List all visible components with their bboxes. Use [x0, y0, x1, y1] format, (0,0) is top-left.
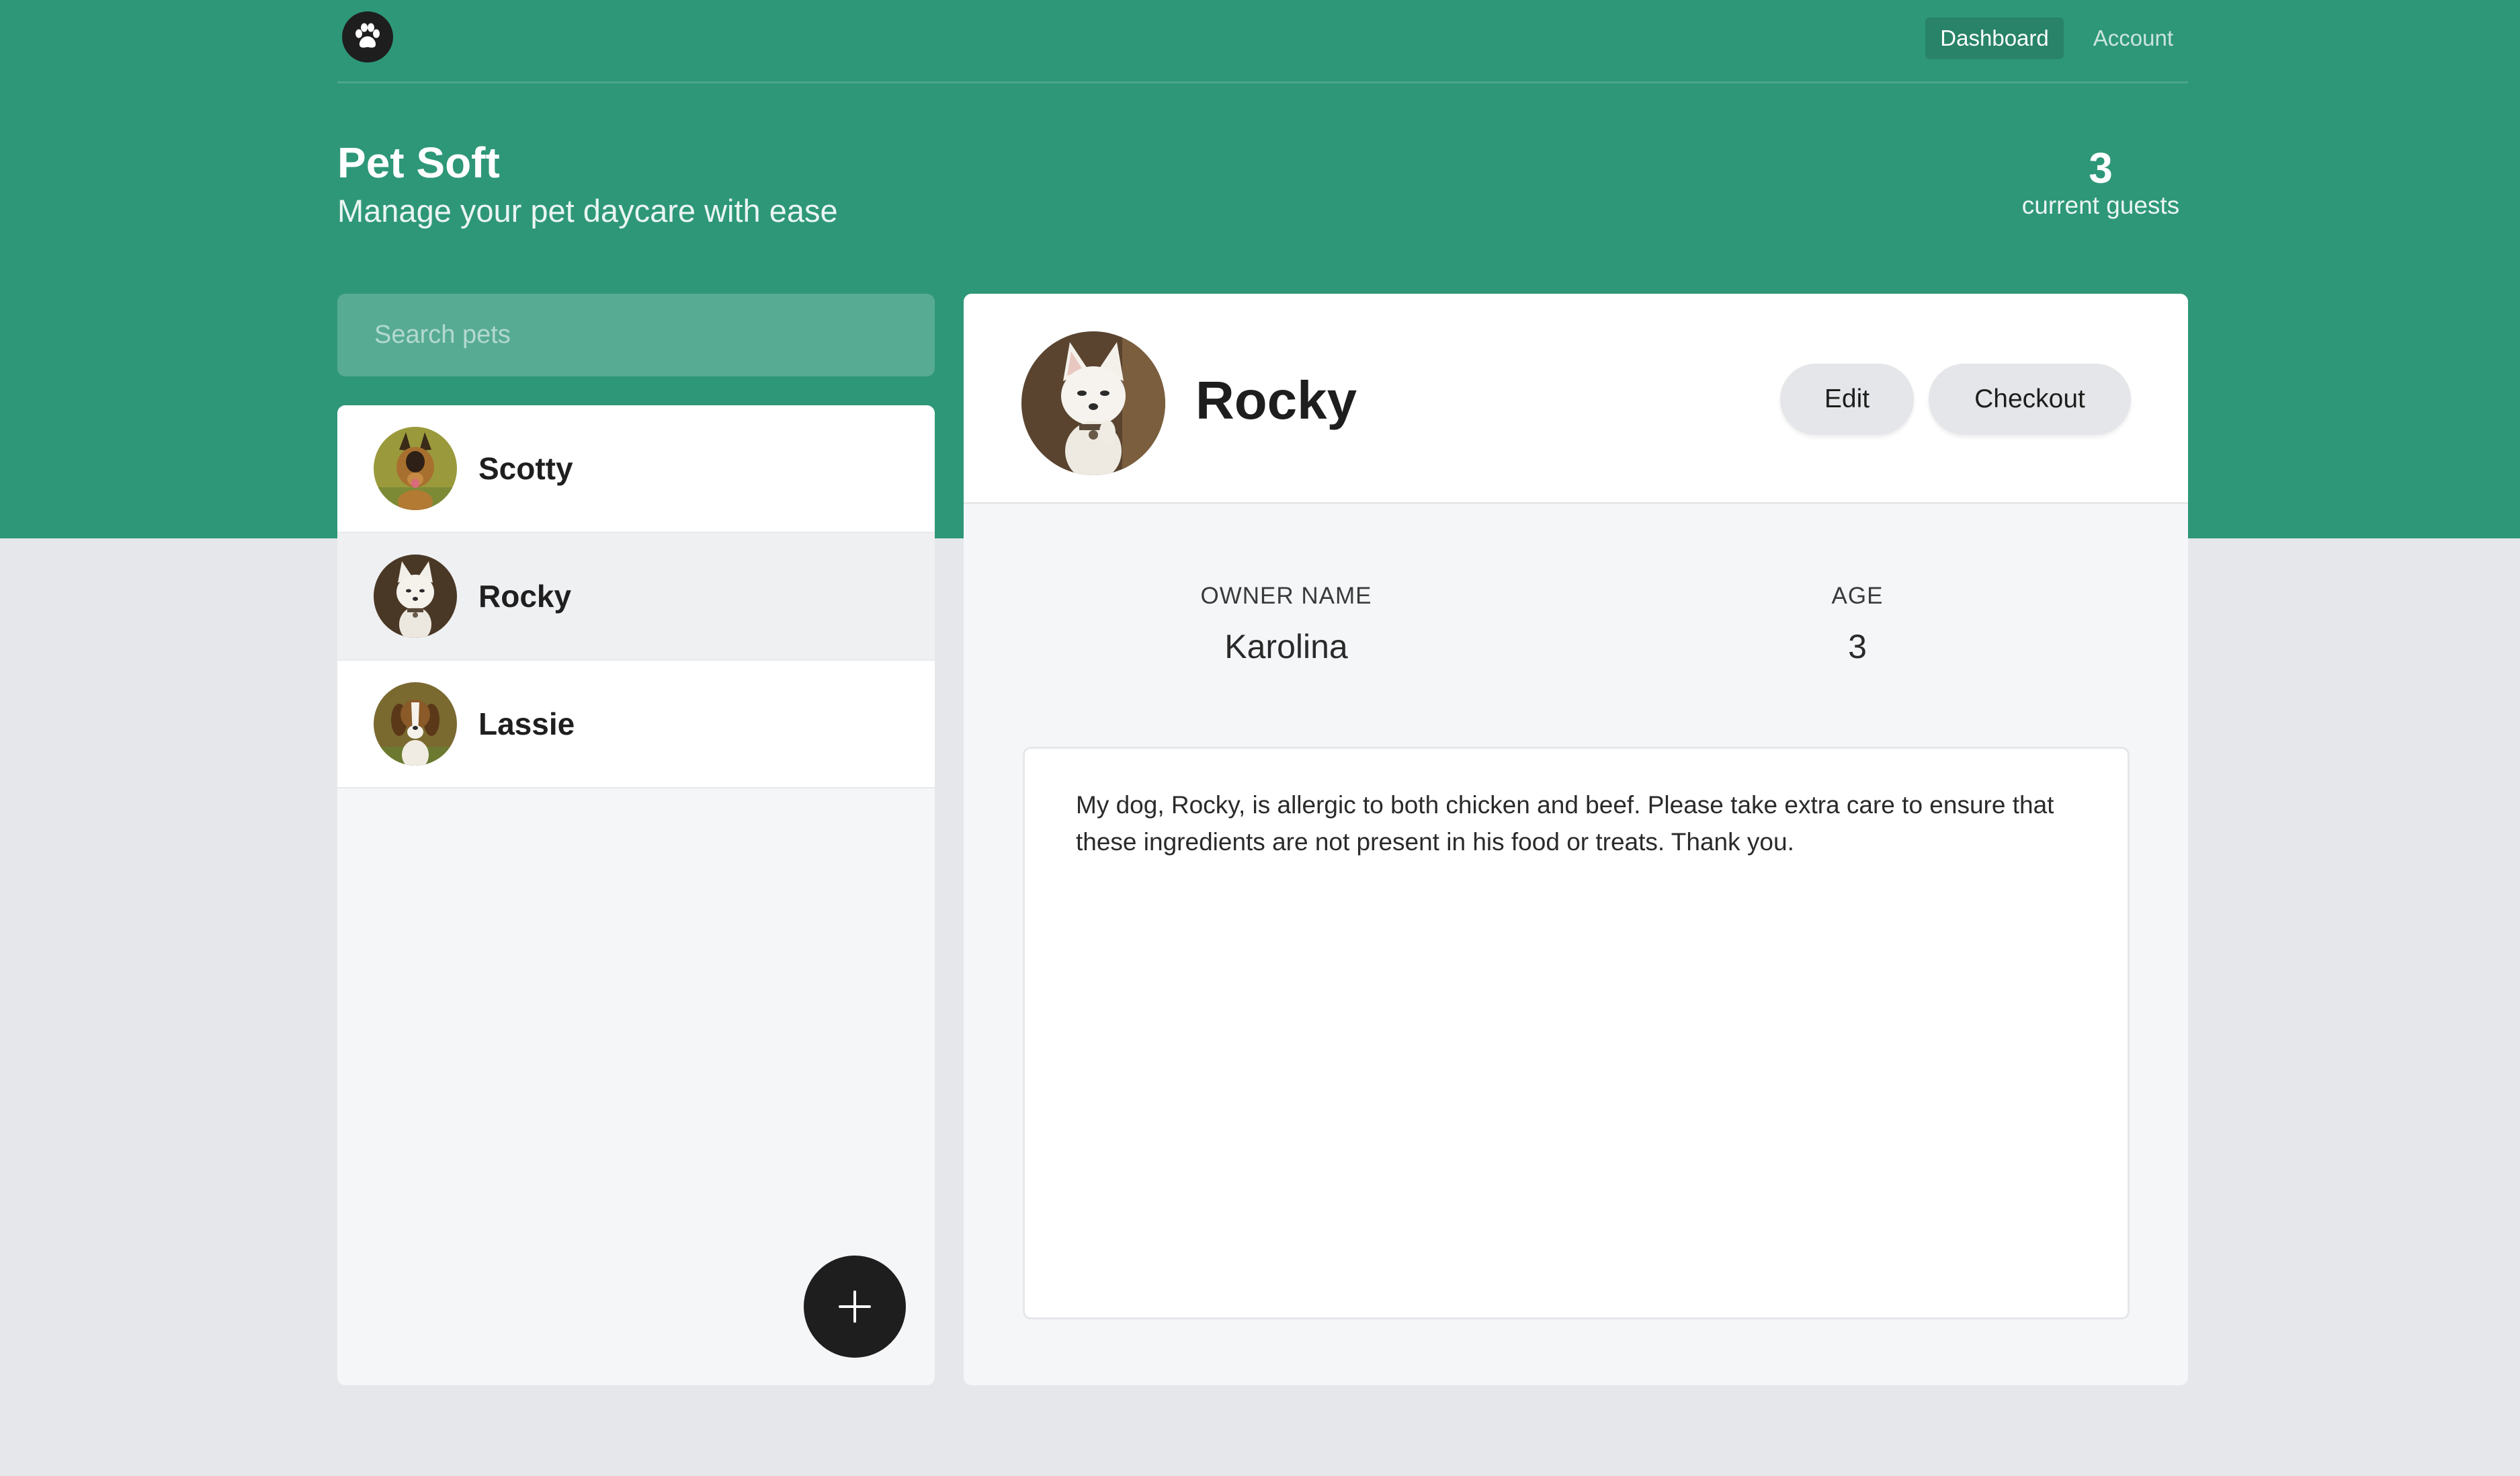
- owner-name-value: Karolina: [1224, 628, 1348, 665]
- pet-name: Scotty: [478, 451, 573, 486]
- plus-icon: [839, 1290, 871, 1323]
- owner-name-label: OWNER NAME: [1200, 583, 1372, 609]
- search-input[interactable]: [337, 294, 935, 376]
- add-pet-button[interactable]: [804, 1256, 906, 1358]
- nav-dashboard-link[interactable]: Dashboard: [1925, 17, 2064, 59]
- app-container: Dashboard Account Pet Soft Manage your p…: [337, 0, 2188, 1476]
- pet-avatar-scotty: [374, 427, 457, 510]
- app-subtitle: Manage your pet daycare with ease: [337, 193, 838, 229]
- pet-avatar-rocky: [374, 555, 457, 638]
- age-info: AGE 3: [1790, 583, 1925, 666]
- top-navigation: Dashboard Account: [337, 0, 2188, 83]
- checkout-button[interactable]: Checkout: [1929, 364, 2131, 435]
- pet-name: Lassie: [478, 706, 575, 741]
- pet-avatar-lassie: [374, 682, 457, 766]
- pet-detail-panel: Rocky Edit Checkout OWNER NAME Karolina …: [964, 294, 2188, 1385]
- guest-count-label: current guests: [2021, 192, 2180, 220]
- pet-list: Scotty Rocky Lassie: [337, 405, 935, 1385]
- owner-info: OWNER NAME Karolina: [1165, 583, 1407, 666]
- age-label: AGE: [1831, 583, 1884, 609]
- pet-list-item-lassie[interactable]: Lassie: [337, 661, 935, 788]
- pet-list-item-rocky[interactable]: Rocky: [337, 533, 935, 661]
- paw-logo-icon[interactable]: [342, 11, 393, 63]
- edit-button[interactable]: Edit: [1780, 364, 1914, 435]
- age-value: 3: [1848, 628, 1867, 665]
- pet-notes: My dog, Rocky, is allergic to both chick…: [1023, 747, 2130, 1319]
- guest-stats: 3 current guests: [2013, 145, 2188, 220]
- guest-count: 3: [2089, 144, 2113, 192]
- pet-detail-name: Rocky: [1195, 370, 1357, 430]
- app-title: Pet Soft: [337, 138, 500, 187]
- pet-name: Rocky: [478, 579, 572, 614]
- pet-detail-header: Rocky Edit Checkout: [964, 294, 2188, 504]
- main-nav: Dashboard Account: [1925, 17, 2188, 59]
- pet-detail-avatar: [1021, 331, 1165, 475]
- pet-list-item-scotty[interactable]: Scotty: [337, 405, 935, 533]
- nav-account-link[interactable]: Account: [2078, 17, 2188, 59]
